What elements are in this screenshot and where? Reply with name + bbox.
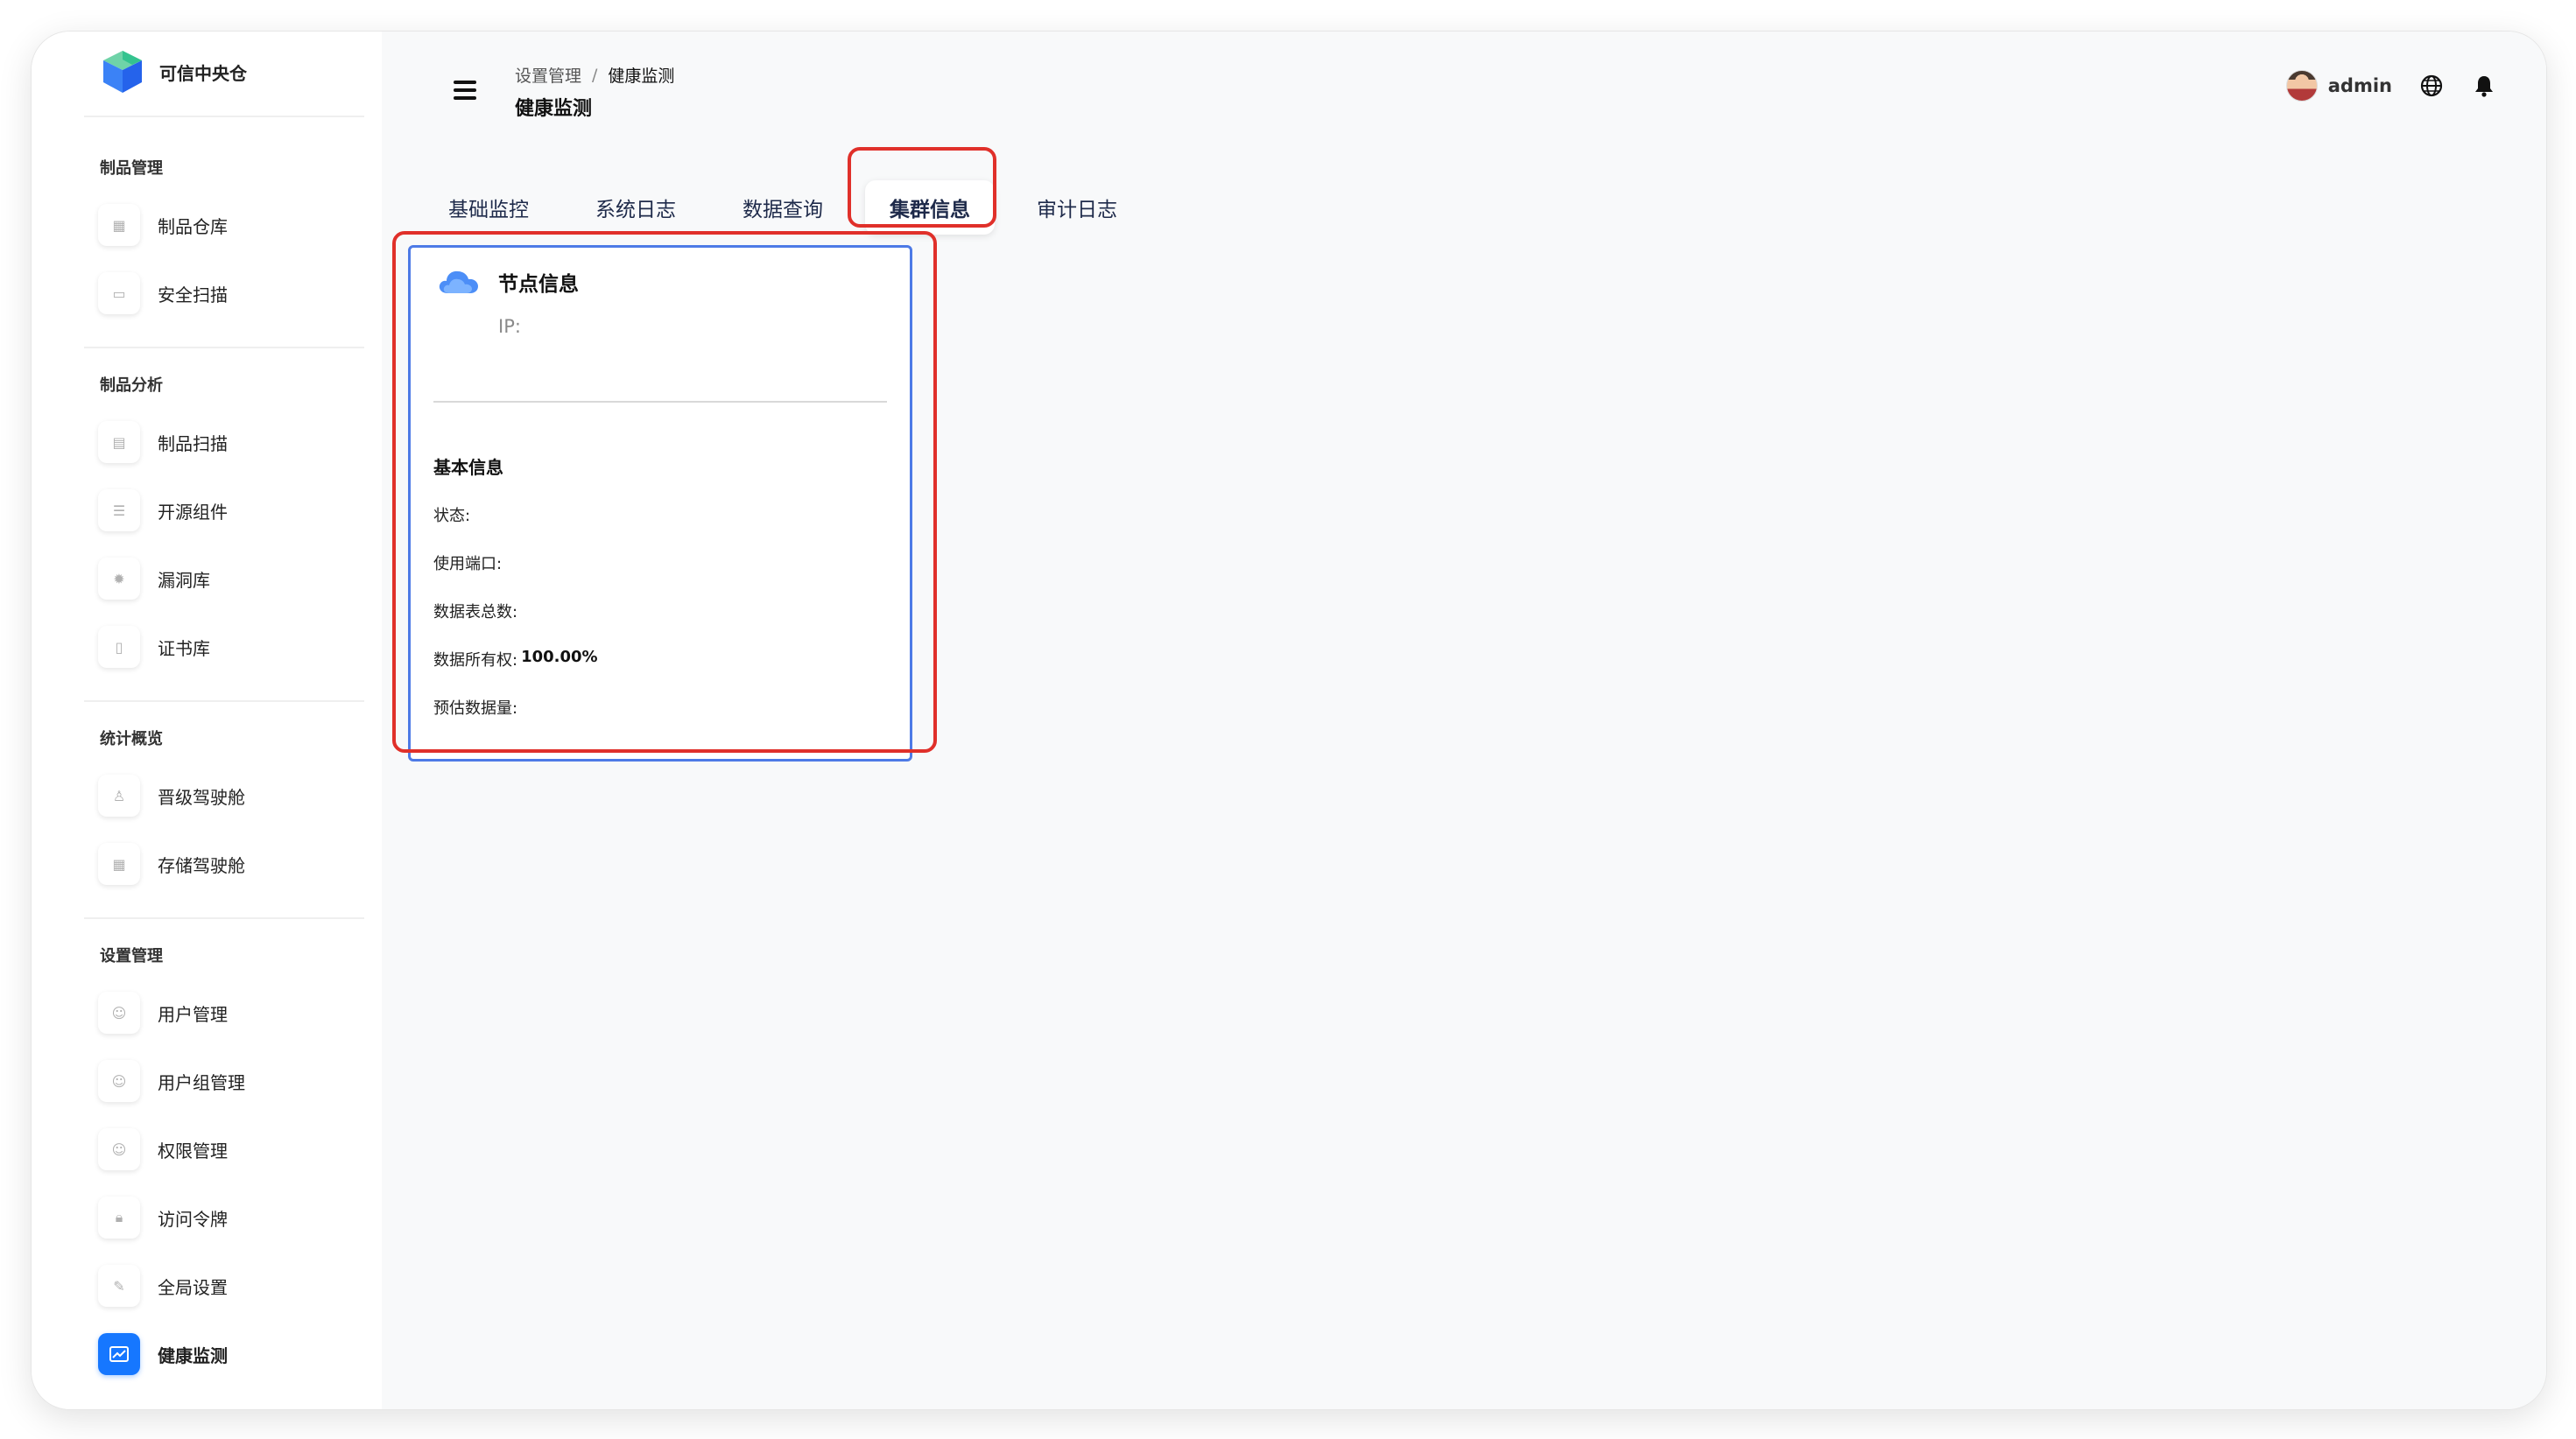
- header-actions: admin: [2285, 70, 2497, 102]
- sidebar-item-user-management[interactable]: ☺ 用户管理: [98, 991, 228, 1035]
- node-ip-label: IP:: [498, 316, 521, 337]
- wrench-icon: ✎: [98, 1265, 140, 1307]
- node-title-group: 节点信息 IP:: [498, 263, 579, 337]
- sidebar-item-permission-management[interactable]: ☺ 权限管理: [98, 1127, 228, 1171]
- sidebar-item-access-tokens[interactable]: 🔒︎ 访问令牌: [98, 1196, 228, 1239]
- sidebar-item-label: 开源组件: [158, 501, 228, 523]
- tab-system-logs[interactable]: 系统日志: [571, 180, 700, 235]
- hamburger-icon[interactable]: [454, 81, 476, 100]
- section-title-settings: 设置管理: [100, 947, 163, 965]
- sidebar-divider: [84, 917, 364, 919]
- grid-icon: ▦: [98, 204, 140, 246]
- sidebar-item-license-db[interactable]: ▯ 证书库: [98, 625, 210, 669]
- info-row-status: 状态:: [433, 503, 474, 526]
- list-icon: ☰: [98, 489, 140, 531]
- info-label: 数据表总数:: [433, 603, 518, 621]
- sidebar: 可信中央仓 制品管理 ▦ 制品仓库 ▭ 安全扫描 制品分析 ▤ 制品扫描 ☰ 开…: [32, 32, 382, 1409]
- brand-name: 可信中央仓: [159, 62, 247, 84]
- sidebar-item-label: 制品扫描: [158, 432, 228, 454]
- cube-logo-icon: [103, 51, 142, 93]
- globe-icon[interactable]: [2418, 73, 2445, 99]
- scan-icon: ▤: [98, 421, 140, 463]
- basic-info-title: 基本信息: [433, 457, 503, 478]
- tab-audit-logs[interactable]: 审计日志: [1012, 180, 1142, 235]
- sidebar-item-artifact-repository[interactable]: ▦ 制品仓库: [98, 203, 228, 247]
- bell-icon[interactable]: [2471, 73, 2497, 99]
- sidebar-item-label: 证书库: [158, 637, 210, 659]
- sidebar-divider: [84, 347, 364, 348]
- sidebar-item-label: 安全扫描: [158, 284, 228, 305]
- chart-line-icon: [98, 1333, 140, 1375]
- breadcrumb-separator: /: [592, 65, 598, 85]
- sidebar-divider: [84, 700, 364, 702]
- node-title: 节点信息: [498, 273, 579, 296]
- section-title-artifact-analysis: 制品分析: [100, 376, 163, 395]
- sidebar-item-health-monitoring[interactable]: 健康监测: [98, 1332, 228, 1376]
- info-row-data-ownership: 数据所有权: 100.00%: [433, 648, 598, 670]
- username: admin: [2327, 75, 2392, 96]
- breadcrumb-parent[interactable]: 设置管理: [515, 63, 581, 87]
- book-icon: ▭: [98, 272, 140, 314]
- sidebar-item-label: 访问令牌: [158, 1208, 228, 1230]
- info-row-table-count: 数据表总数:: [433, 600, 521, 622]
- tab-bar: 基础监控 系统日志 数据查询 集群信息 审计日志: [424, 180, 1142, 235]
- sidebar-item-label: 存储驾驶舱: [158, 854, 245, 876]
- sidebar-item-label: 权限管理: [158, 1140, 228, 1162]
- sidebar-item-user-group-management[interactable]: ☺ 用户组管理: [98, 1059, 245, 1103]
- avatar: [2285, 70, 2318, 102]
- node-info-card: 节点信息 IP: 基本信息 状态: 使用端口: 数据表总数: 数据所有权: 10…: [408, 245, 912, 762]
- sidebar-item-label: 健康监测: [158, 1344, 228, 1366]
- sidebar-item-global-settings[interactable]: ✎ 全局设置: [98, 1264, 228, 1308]
- tab-cluster-info[interactable]: 集群信息: [865, 180, 995, 235]
- tab-data-query[interactable]: 数据查询: [718, 180, 848, 235]
- sidebar-item-label: 全局设置: [158, 1276, 228, 1298]
- sidebar-item-security-scan[interactable]: ▭ 安全扫描: [98, 271, 228, 315]
- section-title-statistics-overview: 统计概览: [100, 730, 163, 748]
- section-title-artifact-management: 制品管理: [100, 159, 163, 178]
- sidebar-item-label: 用户管理: [158, 1003, 228, 1025]
- lock-icon: 🔒︎: [98, 1197, 140, 1239]
- sidebar-item-storage-cockpit[interactable]: ▦ 存储驾驶舱: [98, 842, 245, 886]
- tab-basic-monitoring[interactable]: 基础监控: [424, 180, 553, 235]
- sidebar-item-label: 用户组管理: [158, 1071, 245, 1093]
- info-value: 100.00%: [521, 648, 598, 666]
- document-icon: ▯: [98, 626, 140, 668]
- page-title: 健康监测: [515, 98, 593, 120]
- user-group-icon: ☺: [98, 1060, 140, 1102]
- grid-icon: ▦: [98, 843, 140, 885]
- breadcrumb-current: 健康监测: [608, 67, 675, 86]
- permission-icon: ☺: [98, 1128, 140, 1170]
- info-label: 预估数据量:: [433, 699, 518, 718]
- sidebar-divider: [84, 116, 364, 117]
- sidebar-item-label: 漏洞库: [158, 569, 210, 591]
- sidebar-item-label: 制品仓库: [158, 215, 228, 237]
- sidebar-item-vulnerability-db[interactable]: ✹ 漏洞库: [98, 557, 210, 600]
- info-row-port: 使用端口:: [433, 551, 505, 574]
- info-row-estimated-data-size: 预估数据量:: [433, 696, 521, 719]
- sidebar-item-label: 晋级驾驶舱: [158, 786, 245, 808]
- info-label: 状态:: [433, 507, 471, 525]
- breadcrumb: 设置管理 / 健康监测: [515, 63, 674, 87]
- user-menu[interactable]: admin: [2285, 70, 2392, 102]
- info-label: 数据所有权:: [433, 651, 518, 670]
- stamp-icon: ♙: [98, 775, 140, 817]
- sidebar-item-open-source-components[interactable]: ☰ 开源组件: [98, 488, 228, 532]
- app-window: 可信中央仓 制品管理 ▦ 制品仓库 ▭ 安全扫描 制品分析 ▤ 制品扫描 ☰ 开…: [32, 32, 2546, 1409]
- sidebar-item-promotion-cockpit[interactable]: ♙ 晋级驾驶舱: [98, 774, 245, 818]
- header: 设置管理 / 健康监测 健康监测 admin: [382, 32, 2546, 154]
- info-label: 使用端口:: [433, 555, 503, 573]
- node-card-header: 节点信息 IP:: [437, 263, 579, 337]
- node-card-divider: [433, 401, 887, 403]
- brand[interactable]: 可信中央仓: [102, 49, 247, 95]
- user-icon: ☺: [98, 992, 140, 1034]
- main-content: 设置管理 / 健康监测 健康监测 admin 基础监控 系统日志 数据查询 集群…: [382, 32, 2546, 1409]
- sidebar-item-artifact-scan[interactable]: ▤ 制品扫描: [98, 420, 228, 464]
- cloud-icon: [439, 270, 478, 293]
- bug-icon: ✹: [98, 558, 140, 600]
